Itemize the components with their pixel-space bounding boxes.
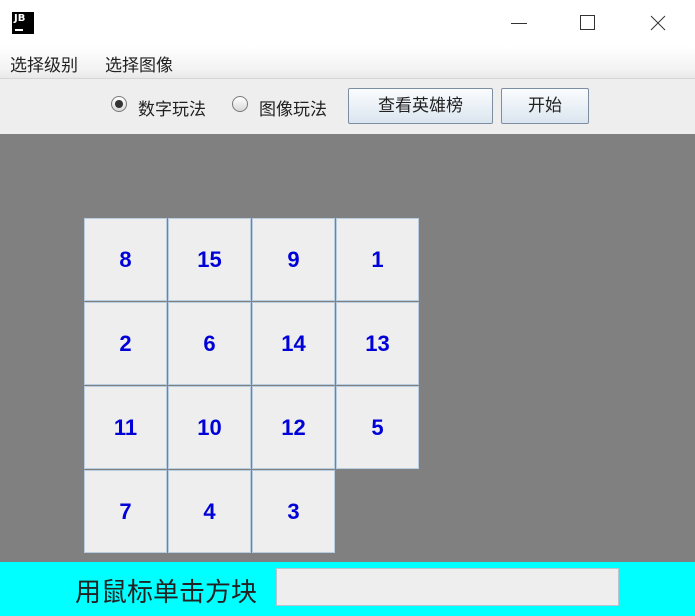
menu-select-image[interactable]: 选择图像 <box>105 51 173 76</box>
image-mode-radio[interactable] <box>232 96 248 112</box>
status-field[interactable] <box>276 568 619 606</box>
maximize-icon <box>580 15 595 30</box>
puzzle-tile[interactable]: 8 <box>84 218 167 301</box>
puzzle-tile[interactable]: 11 <box>84 386 167 469</box>
radio-selected-dot <box>115 100 123 108</box>
puzzle-tile[interactable]: 14 <box>252 302 335 385</box>
puzzle-tile[interactable]: 9 <box>252 218 335 301</box>
puzzle-tile[interactable]: 13 <box>336 302 419 385</box>
puzzle-tile[interactable]: 10 <box>168 386 251 469</box>
maximize-button[interactable] <box>565 0 611 46</box>
minimize-button[interactable] <box>496 0 542 46</box>
puzzle-tile[interactable]: 12 <box>252 386 335 469</box>
puzzle-board: 8 15 9 1 2 6 14 13 11 10 12 5 7 4 3 <box>0 134 695 562</box>
number-mode-radio[interactable] <box>111 96 127 112</box>
leaderboard-button[interactable]: 查看英雄榜 <box>348 88 493 124</box>
status-label: 用鼠标单击方块 <box>75 578 258 608</box>
puzzle-tile[interactable]: 3 <box>252 470 335 553</box>
puzzle-tile[interactable]: 4 <box>168 470 251 553</box>
status-bar: 用鼠标单击方块 <box>0 562 695 616</box>
title-bar: JB <box>0 0 695 46</box>
app-icon: JB <box>12 12 34 34</box>
minimize-icon <box>511 23 527 24</box>
puzzle-tile[interactable]: 1 <box>336 218 419 301</box>
menu-bar: 选择级别 选择图像 <box>0 46 695 79</box>
close-button[interactable] <box>635 0 681 46</box>
start-button[interactable]: 开始 <box>501 88 589 124</box>
puzzle-tile[interactable]: 5 <box>336 386 419 469</box>
puzzle-tile[interactable]: 2 <box>84 302 167 385</box>
puzzle-tile[interactable]: 15 <box>168 218 251 301</box>
app-icon-text: JB <box>14 13 26 24</box>
puzzle-tile[interactable]: 6 <box>168 302 251 385</box>
toolbar: 数字玩法 图像玩法 查看英雄榜 开始 <box>0 79 695 134</box>
number-mode-label[interactable]: 数字玩法 <box>138 95 206 120</box>
menu-select-level[interactable]: 选择级别 <box>10 51 78 76</box>
image-mode-label[interactable]: 图像玩法 <box>259 95 327 120</box>
close-icon <box>650 15 666 31</box>
puzzle-tile[interactable]: 7 <box>84 470 167 553</box>
